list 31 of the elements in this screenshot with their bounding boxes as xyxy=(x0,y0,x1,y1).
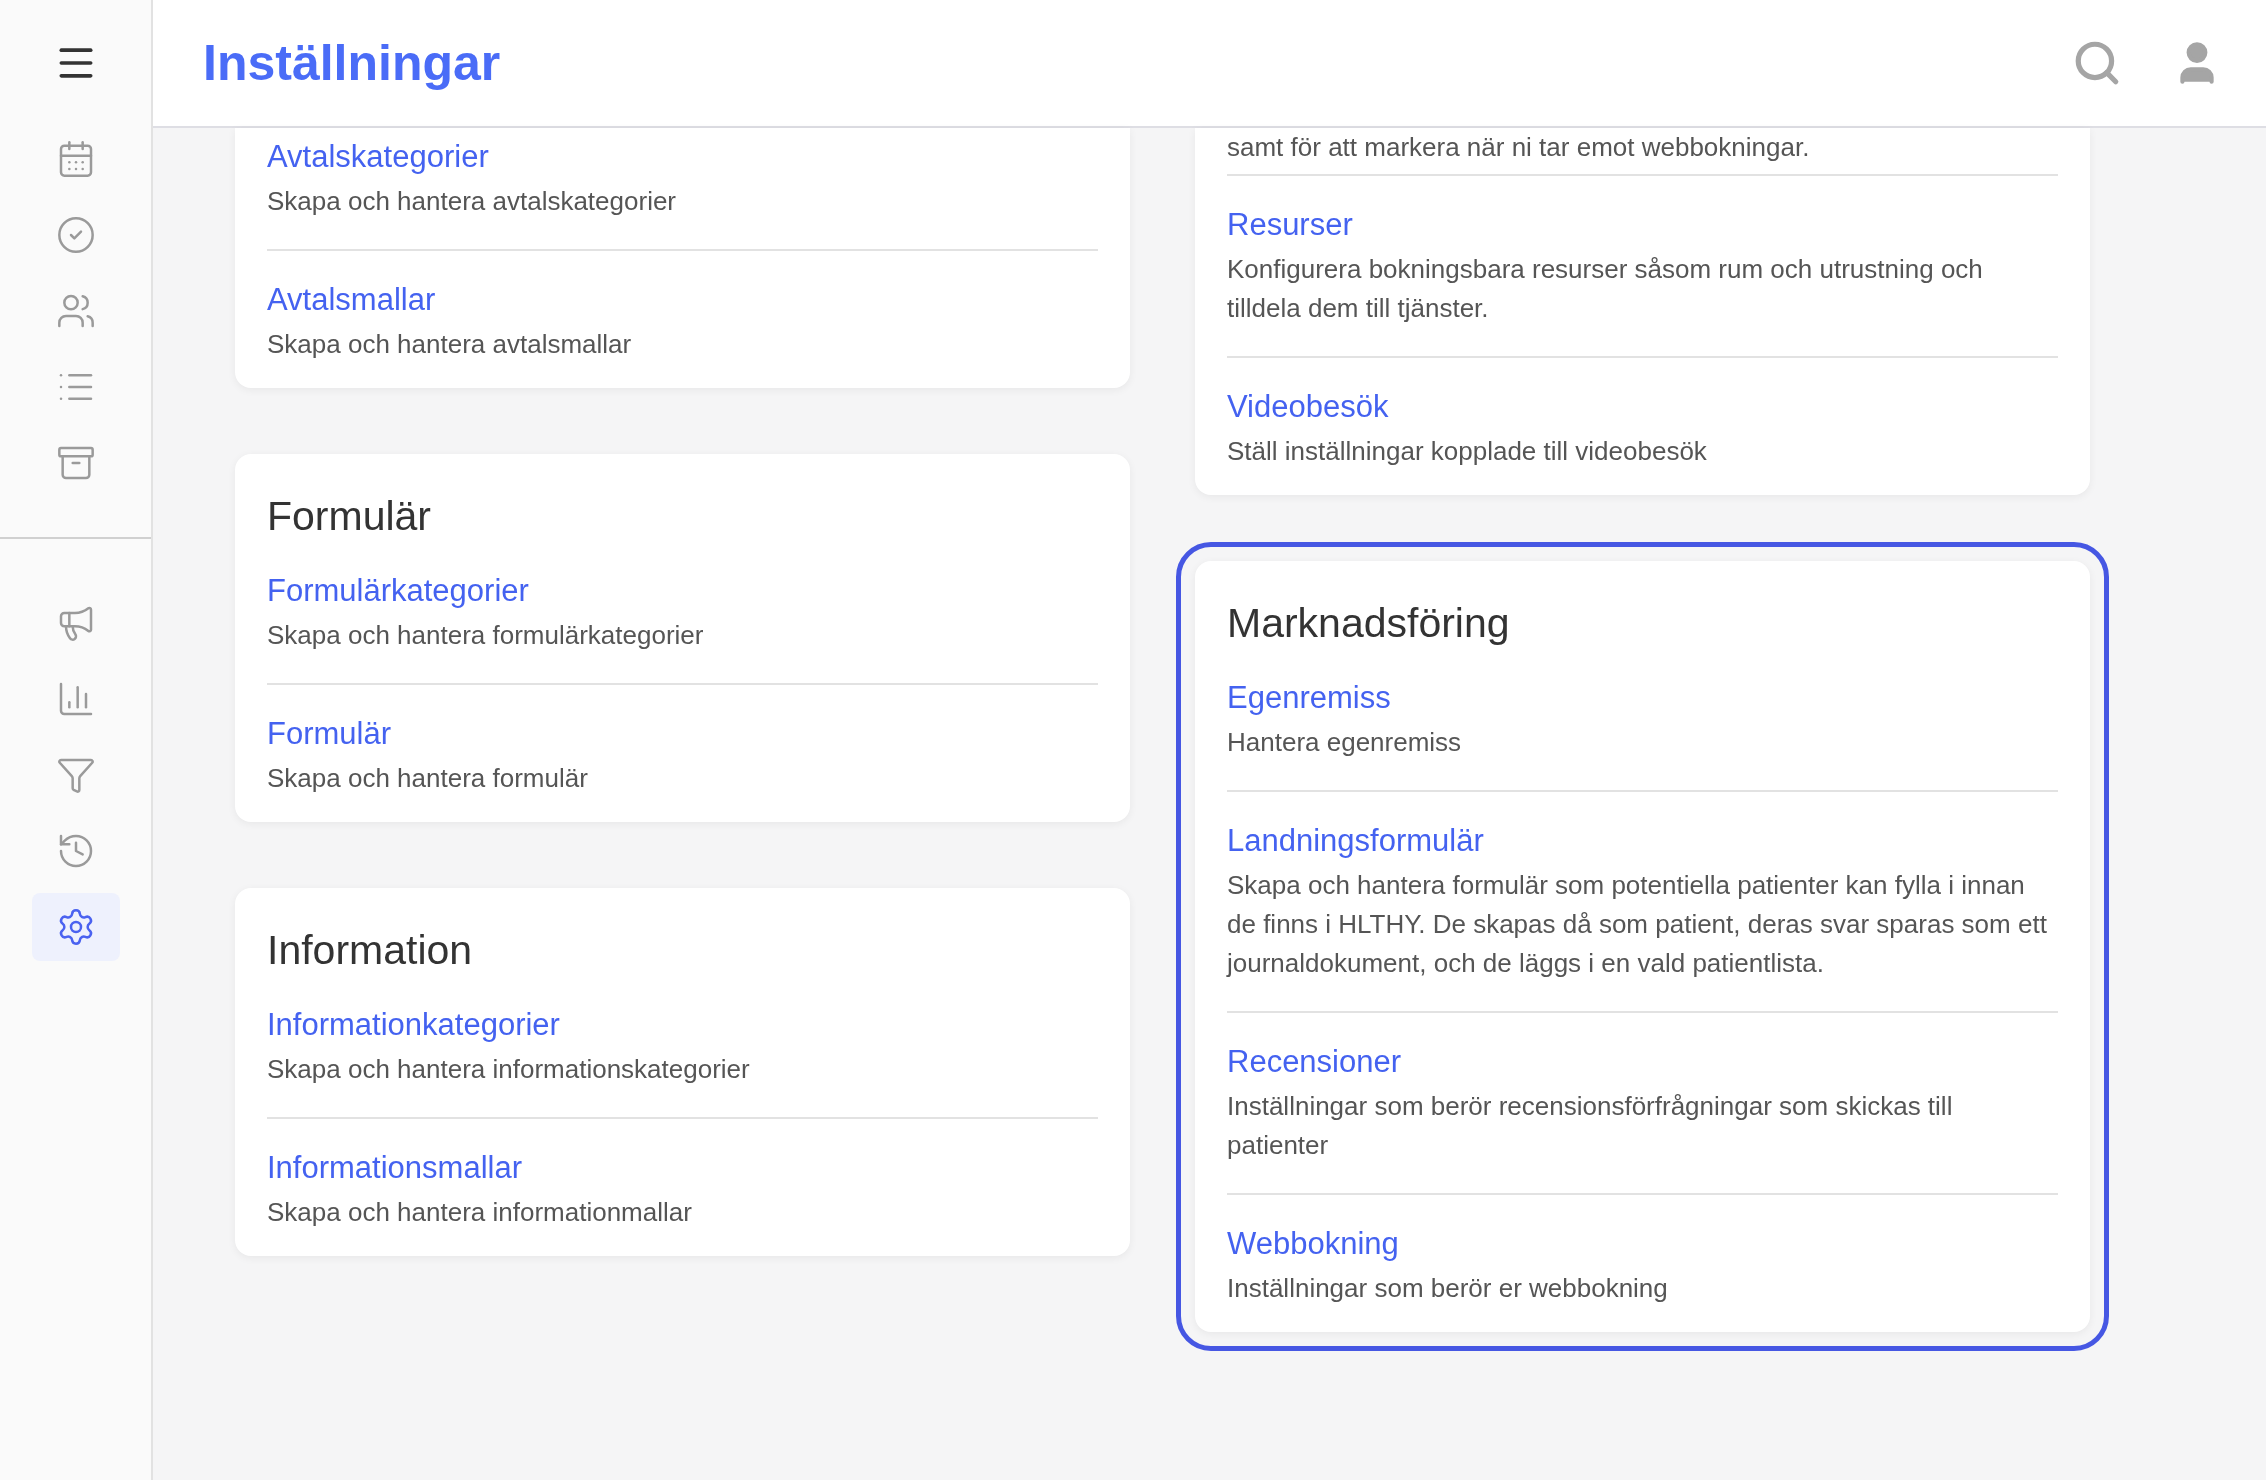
check-circle-icon xyxy=(55,215,96,255)
item-description: samt för att markera när ni tar emot webbokningar. xyxy=(1227,128,2058,176)
settings-nav-button[interactable] xyxy=(31,893,120,961)
settings-link[interactable]: Videobesök xyxy=(1227,386,1389,428)
item-description: Ställ inställningar kopplade till videobesök xyxy=(1227,435,1708,468)
item-description: Skapa och hantera formulär som potentiella patienter kan fylla i innan de finns i HLTHY. De skapas då som patient, deras svar sparas som ett journaldokument, och de läggs i en vald patientlista. xyxy=(1227,869,2048,980)
item-description: Konfigurera bokningsbara resurser såsom rum och utrustning och tilldela dem till tjänster. xyxy=(1227,253,1984,325)
item-description: Hantera egenremiss xyxy=(1227,726,1463,759)
settings-link[interactable]: Webbokning xyxy=(1227,1223,1399,1265)
item-description: Skapa och hantera avtalsmallar xyxy=(267,328,633,361)
card-title: Formulär xyxy=(267,492,433,541)
settings-link[interactable]: Egenremiss xyxy=(1227,677,1391,719)
settings-link[interactable]: Recensioner xyxy=(1227,1041,1402,1083)
item-description: Skapa och hantera avtalskategorier xyxy=(267,185,678,218)
item-description: Skapa och hantera formulärkategorier xyxy=(267,619,705,652)
item-description: Inställningar som berör recensionsförfrågningar som skickas till patienter xyxy=(1227,1090,1954,1162)
settings-link[interactable]: Formulär xyxy=(267,713,391,755)
settings-link[interactable]: Landningsformulär xyxy=(1227,820,1484,862)
settings-link[interactable]: Avtalsmallar xyxy=(267,279,436,321)
item-description: Skapa och hantera formulär xyxy=(267,762,589,795)
page-title: Inställningar xyxy=(203,33,502,93)
item-description: Skapa och hantera informationmallar xyxy=(267,1196,693,1229)
card-title: Information xyxy=(267,926,474,975)
settings-link[interactable]: Informationkategorier xyxy=(267,1004,560,1046)
item-description: Inställningar som berör er webbokning xyxy=(1227,1272,1669,1305)
settings-link[interactable]: Informationsmallar xyxy=(267,1147,522,1189)
settings-link[interactable]: Avtalskategorier xyxy=(267,136,489,178)
settings-link[interactable]: Resurser xyxy=(1227,204,1353,246)
item-description: Skapa och hantera informationskategorier xyxy=(267,1053,751,1086)
card-title: Marknadsföring xyxy=(1227,599,1511,648)
settings-link[interactable]: Formulärkategorier xyxy=(267,570,529,612)
